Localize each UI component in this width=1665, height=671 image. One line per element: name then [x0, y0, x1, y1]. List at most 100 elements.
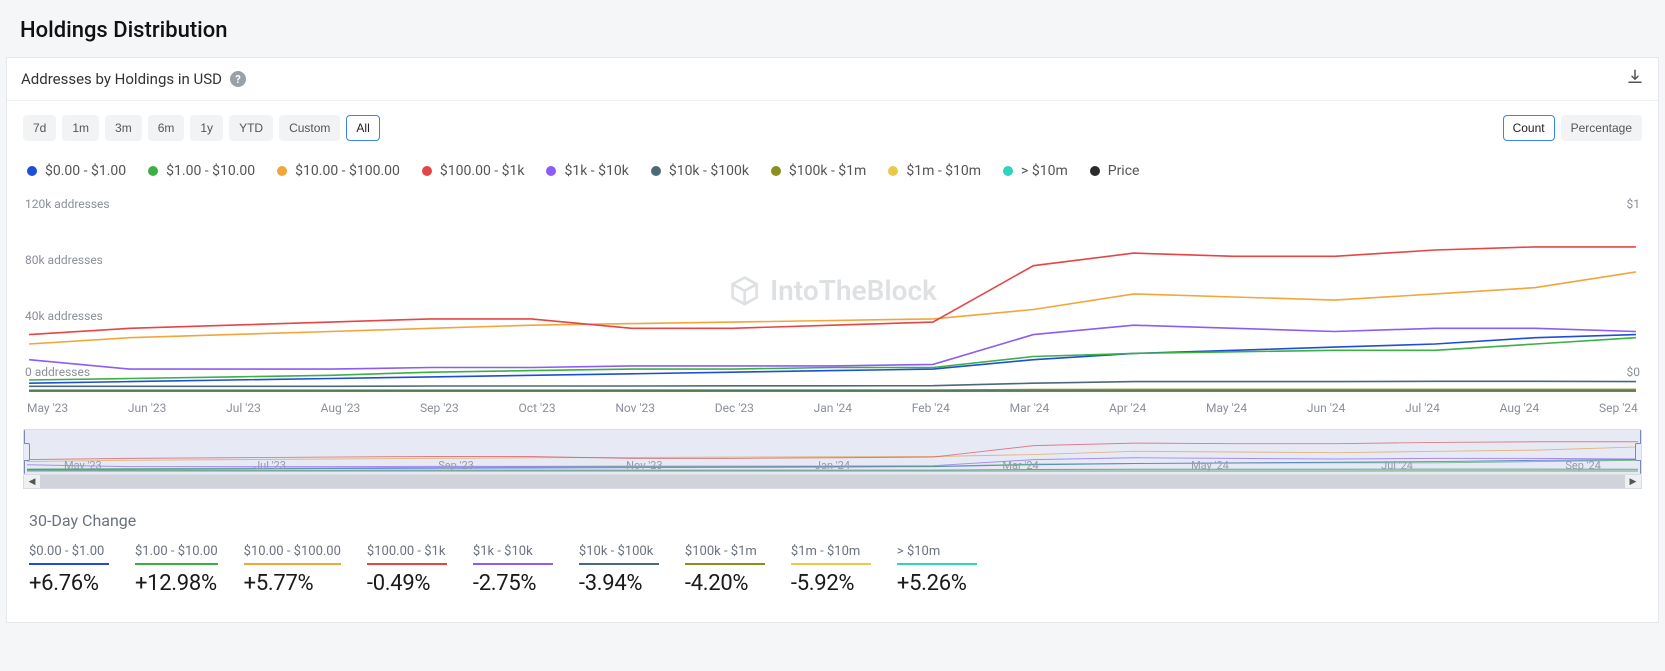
x-axis-labels: May '23Jun '23Jul '23Aug '23Sep '23Oct '…: [7, 397, 1658, 421]
change-item: $10k - $100k-3.94%: [579, 544, 659, 596]
legend-item[interactable]: $1.00 - $10.00: [148, 163, 255, 179]
change-label: $1m - $10m: [791, 544, 871, 565]
change-label: $0.00 - $1.00: [29, 544, 109, 565]
y-left-tick: 120k addresses: [25, 197, 110, 211]
x-tick: Mar '24: [1010, 401, 1050, 415]
change-value: -3.94%: [579, 571, 659, 596]
display-mode-group: CountPercentage: [1503, 115, 1642, 141]
x-tick: Jul '24: [1405, 401, 1440, 415]
x-tick: Sep '24: [1599, 401, 1638, 415]
range-6m-button[interactable]: 6m: [148, 115, 185, 141]
change-label: $100k - $1m: [685, 544, 765, 565]
x-tick: Dec '23: [715, 401, 754, 415]
change-value: +5.26%: [897, 571, 977, 596]
legend-label: $100.00 - $1k: [440, 163, 525, 179]
legend-dot-icon: [888, 166, 898, 176]
change-grid: $0.00 - $1.00 +6.76% $1.00 - $10.00 +12.98%…: [29, 544, 1636, 596]
legend-label: $10k - $100k: [669, 163, 749, 179]
legend-item[interactable]: $100k - $1m: [771, 163, 866, 179]
series-line: [29, 381, 1636, 386]
time-range-group: 7d1m3m6m1yYTDCustomAll: [23, 115, 380, 141]
navigator-handle-right[interactable]: [1635, 443, 1642, 461]
x-tick: Aug '24: [1500, 401, 1540, 415]
legend-dot-icon: [27, 166, 37, 176]
scroll-left-icon[interactable]: ◀: [24, 475, 40, 489]
x-tick: Oct '23: [519, 401, 556, 415]
mode-percentage-button[interactable]: Percentage: [1561, 115, 1642, 141]
change-value: -2.75%: [473, 571, 553, 596]
x-tick: Jan '24: [814, 401, 852, 415]
legend-label: $100k - $1m: [789, 163, 866, 179]
change-value: -4.20%: [685, 571, 765, 596]
change-item: $100k - $1m -4.20%: [685, 544, 765, 596]
legend-label: $1m - $10m: [906, 163, 981, 179]
y-left-tick: 40k addresses: [25, 309, 103, 323]
x-tick: Nov '23: [615, 401, 655, 415]
legend-label: $10.00 - $100.00: [295, 163, 400, 179]
legend-dot-icon: [651, 166, 661, 176]
change-item: $1m - $10m -5.92%: [791, 544, 871, 596]
page-title: Holdings Distribution: [20, 18, 1645, 43]
navigator-selection[interactable]: [24, 430, 1641, 474]
legend: $0.00 - $1.00 $1.00 - $10.00 $10.00 - $100…: [7, 149, 1658, 187]
legend-dot-icon: [277, 166, 287, 176]
chart-navigator[interactable]: May '23Jul '23Sep '23Nov '23Jan '24Mar '…: [23, 429, 1642, 475]
series-line: [29, 247, 1636, 335]
scroll-track[interactable]: [40, 475, 1625, 488]
series-line: [29, 325, 1636, 369]
change-label: > $10m: [897, 544, 977, 565]
y-left-tick: 80k addresses: [25, 253, 103, 267]
help-icon[interactable]: ?: [230, 71, 246, 87]
legend-label: > $10m: [1021, 163, 1068, 179]
legend-dot-icon: [148, 166, 158, 176]
legend-item[interactable]: > $10m: [1003, 163, 1068, 179]
x-tick: Jun '24: [1307, 401, 1345, 415]
legend-item[interactable]: $10.00 - $100.00: [277, 163, 400, 179]
change-label: $10.00 - $100.00: [244, 544, 341, 565]
series-line: [29, 272, 1636, 344]
legend-item[interactable]: $1m - $10m: [888, 163, 981, 179]
mode-count-button[interactable]: Count: [1503, 115, 1555, 141]
x-tick: Jul '23: [226, 401, 261, 415]
x-tick: Aug '23: [321, 401, 361, 415]
legend-label: $0.00 - $1.00: [45, 163, 126, 179]
y-left-tick: 0 addresses: [25, 365, 90, 379]
range-7d-button[interactable]: 7d: [23, 115, 56, 141]
change-value: +12.98%: [135, 571, 218, 596]
range-custom-button[interactable]: Custom: [279, 115, 340, 141]
legend-label: $1.00 - $10.00: [166, 163, 255, 179]
y-right-tick: $1: [1627, 197, 1641, 211]
range-ytd-button[interactable]: YTD: [229, 115, 273, 141]
range-1y-button[interactable]: 1y: [190, 115, 223, 141]
x-tick: Sep '23: [420, 401, 459, 415]
x-tick: Jun '23: [128, 401, 166, 415]
change-item: $0.00 - $1.00 +6.76%: [29, 544, 109, 596]
change-value: +6.76%: [29, 571, 109, 596]
series-line: [29, 338, 1636, 380]
change-value: +5.77%: [244, 571, 341, 596]
navigator-scrollbar[interactable]: ◀ ▶: [23, 475, 1642, 489]
legend-item[interactable]: Price: [1090, 163, 1140, 179]
scroll-right-icon[interactable]: ▶: [1625, 475, 1641, 489]
legend-dot-icon: [1090, 166, 1100, 176]
x-tick: Feb '24: [912, 401, 950, 415]
download-icon[interactable]: [1626, 68, 1644, 90]
legend-item[interactable]: $0.00 - $1.00: [27, 163, 126, 179]
change-label: $1k - $10k: [473, 544, 553, 565]
legend-dot-icon: [422, 166, 432, 176]
navigator-handle-left[interactable]: [23, 443, 30, 461]
legend-item[interactable]: $1k - $10k: [546, 163, 628, 179]
range-3m-button[interactable]: 3m: [105, 115, 142, 141]
range-all-button[interactable]: All: [346, 115, 379, 141]
y-right-tick: $0: [1627, 365, 1641, 379]
change-value: -0.49%: [367, 571, 447, 596]
range-1m-button[interactable]: 1m: [62, 115, 99, 141]
legend-item[interactable]: $100.00 - $1k: [422, 163, 525, 179]
change-value: -5.92%: [791, 571, 871, 596]
change-item: > $10m +5.26%: [897, 544, 977, 596]
legend-dot-icon: [546, 166, 556, 176]
chart-area[interactable]: 120k addresses 80k addresses 40k addresses…: [7, 187, 1658, 397]
change-label: $1.00 - $10.00: [135, 544, 218, 565]
legend-item[interactable]: $10k - $100k: [651, 163, 749, 179]
change-item: $100.00 - $1k-0.49%: [367, 544, 447, 596]
